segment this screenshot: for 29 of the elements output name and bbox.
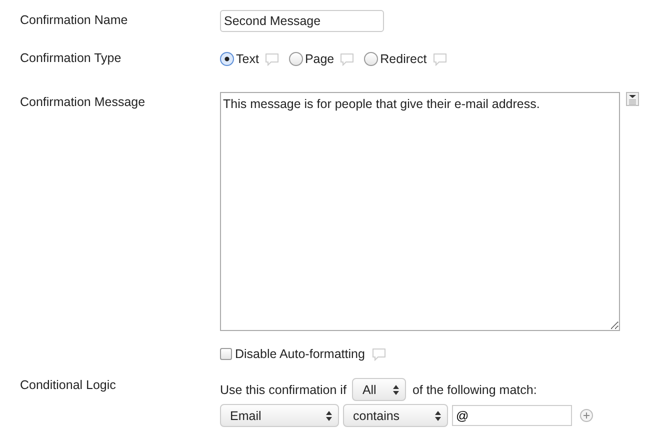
field-select[interactable]: Email (220, 404, 339, 427)
stepper-arrows-icon (326, 410, 332, 420)
field-label: Conditional Logic (20, 377, 117, 394)
tooltip-icon[interactable] (340, 52, 354, 66)
radio-label: Text (236, 52, 259, 66)
radio-button[interactable] (220, 52, 234, 66)
field-label: Confirmation Type (20, 50, 122, 67)
operator-select[interactable]: contains (343, 404, 448, 427)
radio-button[interactable] (364, 52, 378, 66)
tooltip-icon[interactable] (432, 52, 447, 66)
stepper-arrows-icon (393, 384, 400, 394)
field-label: Confirmation Message (20, 94, 146, 111)
radio-label: Page (304, 52, 334, 66)
match-select[interactable]: All (352, 378, 406, 401)
logic-text: Use this confirmation if (220, 382, 346, 396)
field-label: Confirmation Name (20, 12, 129, 29)
stepper-arrows-icon (435, 410, 441, 420)
add-icon[interactable] (580, 409, 593, 422)
name-input[interactable]: Second Message (220, 10, 384, 32)
logic-text: of the following match: (412, 382, 537, 396)
message-textarea[interactable]: This message is for people that give their e-mail address. (220, 92, 620, 331)
editor-toggle-icon[interactable] (626, 92, 639, 106)
checkbox[interactable] (220, 348, 232, 360)
tooltip-icon[interactable] (264, 52, 279, 66)
radio-label: Redirect (380, 52, 427, 66)
radio-button[interactable] (288, 52, 303, 66)
tooltip-icon[interactable] (372, 348, 386, 360)
checkbox-label: Disable Auto-formatting (235, 347, 365, 361)
value-input[interactable]: @ (452, 405, 572, 426)
